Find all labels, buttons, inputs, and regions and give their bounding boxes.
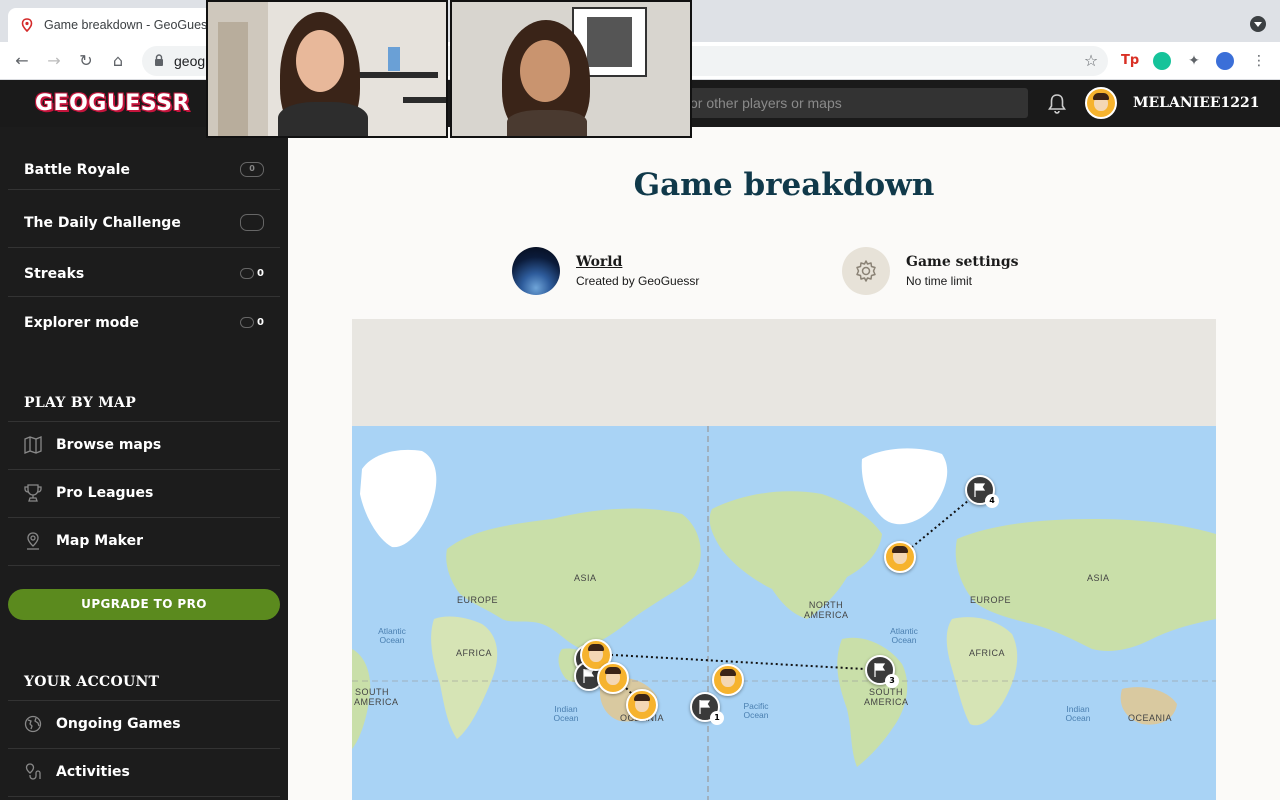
guess-avatar-pin[interactable] [884,541,916,573]
map-label: EUROPE [970,595,1012,605]
guess-avatar-pin[interactable] [597,662,629,694]
main-content: Game breakdown World Created by GeoGuess… [288,127,1280,800]
search-input[interactable] [640,88,1028,118]
tab-title: Game breakdown - GeoGues [44,18,208,32]
ocean-label: Pacific Ocean [743,701,769,720]
map-label: ASIA [574,573,597,583]
avatar-face [1093,93,1109,111]
map-creator: Created by GeoGuessr [576,274,700,288]
extension-grammarly-icon[interactable] [1153,52,1171,70]
bell-icon[interactable] [1047,93,1067,115]
map-label: ASIA [1087,573,1110,583]
sidebar-item-explorer[interactable]: Explorer mode 0 [8,297,280,346]
round-number: 3 [885,674,899,688]
map-info: World Created by GeoGuessr [512,247,699,295]
sidebar-item-browse-maps[interactable]: Browse maps [8,422,280,470]
round-number: 4 [985,494,999,508]
sidebar-item-daily-challenge[interactable]: The Daily Challenge [8,190,280,248]
game-settings-info: Game settings No time limit [842,247,1019,295]
map-label: EUROPE [457,595,499,605]
pin-icon [27,532,39,550]
geoguessr-logo[interactable]: GEOGUESSR [35,88,190,118]
count-badge: 0 [240,162,264,177]
url-text: geog [174,53,206,69]
ocean-label: Atlantic Ocean [890,626,918,645]
ocean-label: Atlantic Ocean [378,626,406,645]
map-label: SOUTH AMERICA [864,687,909,707]
activity-icon [25,763,41,780]
home-icon[interactable]: ⌂ [107,50,129,72]
map-label: SOUTH AMERICA [354,687,399,707]
settings-title: Game settings [906,254,1019,270]
round-flag-pin[interactable]: 3 [865,655,899,688]
settings-value: No time limit [906,274,973,288]
section-title-play-by-map: PLAY BY MAP [24,395,137,411]
sidebar-item-battle-royale[interactable]: Battle Royale 0 [8,152,280,190]
gear-icon [856,260,876,282]
bookmark-star-icon[interactable]: ☆ [1080,50,1102,72]
map-label: OCEANIA [1128,713,1173,723]
streak-badge-icon [240,268,254,279]
map-label: AFRICA [456,648,493,658]
sidebar-item-activities[interactable]: Activities [8,749,280,797]
sidebar-item-ongoing-games[interactable]: Ongoing Games [8,701,280,749]
round-number: 1 [710,711,724,725]
world-map-thumbnail[interactable] [512,247,560,295]
globe-icon [24,715,42,733]
upgrade-to-pro-button[interactable]: UPGRADE TO PRO [8,589,280,620]
hexagon-badge-icon [240,214,264,231]
extension-tp-icon[interactable]: Tp [1121,52,1139,70]
tab-search-icon[interactable] [1250,16,1266,32]
settings-badge [842,247,890,295]
video-feed-2 [450,0,692,138]
browser-tab[interactable]: Game breakdown - GeoGues [8,8,218,42]
lock-icon [155,54,163,66]
map-label: AFRICA [969,648,1006,658]
map-icon [24,436,42,454]
forward-arrow-icon[interactable]: → [43,50,65,72]
results-map[interactable]: ASIA EUROPE AFRICA SOUTH AMERICA OCEANIA… [352,319,1216,800]
sidebar-item-streaks[interactable]: Streaks 0 [8,248,280,297]
ocean-label: Indian Ocean [553,704,579,723]
guess-avatar-pin[interactable] [626,689,658,721]
extensions-puzzle-icon[interactable]: ✦ [1185,52,1203,70]
user-avatar[interactable] [1085,87,1117,119]
round-flag-pin[interactable]: 1 [690,692,724,725]
map-name-link[interactable]: World [576,254,699,270]
trophy-icon [24,484,42,502]
search-box[interactable] [640,88,1028,118]
sidebar: Battle Royale 0 The Daily Challenge Stre… [0,127,288,800]
reload-icon[interactable]: ↻ [75,50,97,72]
guess-avatar-pin[interactable] [712,664,744,696]
ocean-label: Indian Ocean [1065,704,1091,723]
round-flag-pin[interactable]: 4 [965,475,999,508]
back-arrow-icon[interactable]: ← [11,50,33,72]
map-canvas [352,319,1216,800]
video-feed-1 [206,0,448,138]
page-title: Game breakdown [633,167,935,203]
section-title-your-account: YOUR ACCOUNT [24,674,160,690]
map-label: NORTH AMERICA [804,600,849,620]
sidebar-item-map-maker[interactable]: Map Maker [8,518,280,566]
sidebar-item-pro-leagues[interactable]: Pro Leagues [8,470,280,518]
profile-avatar-icon[interactable] [1216,52,1234,70]
username[interactable]: MELANIEE1221 [1133,95,1260,111]
explorer-badge-icon [240,317,254,328]
browser-menu-icon[interactable]: ⋮ [1248,50,1270,72]
location-pin-icon [21,18,33,32]
